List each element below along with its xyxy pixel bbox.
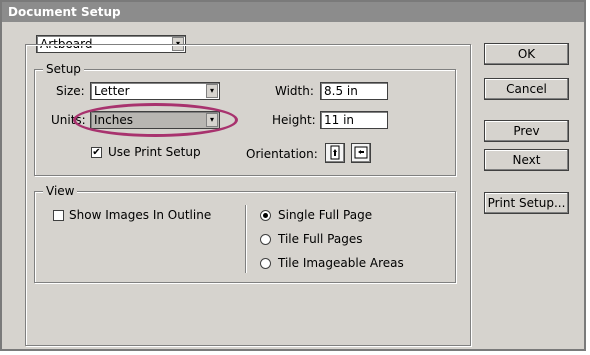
chevron-down-icon[interactable]: ▾ [206, 84, 218, 98]
setup-legend: Setup [43, 62, 84, 76]
single-full-page-radio[interactable] [260, 210, 271, 221]
show-images-checkbox[interactable] [53, 210, 64, 221]
show-images-label: Show Images In Outline [69, 208, 212, 222]
print-setup-button[interactable]: Print Setup... [484, 192, 569, 214]
portrait-orientation-button[interactable] [325, 143, 345, 163]
height-label: Height: [272, 113, 316, 127]
landscape-orientation-button[interactable] [351, 143, 371, 163]
size-select-value: Letter [94, 84, 130, 98]
prev-button[interactable]: Prev [484, 120, 569, 142]
tile-imageable-areas-label: Tile Imageable Areas [278, 256, 404, 270]
next-button[interactable]: Next [484, 149, 569, 171]
portrait-icon [330, 145, 340, 160]
units-select-value: Inches [94, 113, 133, 127]
view-divider [245, 205, 247, 273]
chevron-down-icon[interactable]: ▾ [206, 113, 218, 127]
units-label: Units: [51, 113, 86, 127]
single-full-page-label: Single Full Page [278, 208, 373, 222]
width-value: 8.5 in [324, 84, 358, 98]
view-legend: View [43, 184, 78, 198]
window-title: Document Setup [2, 2, 584, 22]
units-select[interactable]: Inches ▾ [90, 111, 220, 129]
size-select[interactable]: Letter ▾ [90, 82, 220, 100]
ok-button[interactable]: OK [484, 43, 569, 65]
height-field[interactable]: 11 in [320, 111, 388, 129]
orientation-label: Orientation: [246, 147, 318, 161]
tile-full-pages-radio[interactable] [260, 234, 271, 245]
use-print-setup-checkbox[interactable]: ✔ [91, 147, 102, 158]
landscape-icon [354, 146, 368, 159]
cancel-button[interactable]: Cancel [484, 78, 569, 100]
tile-imageable-areas-radio[interactable] [260, 258, 271, 269]
width-label: Width: [275, 84, 314, 98]
height-value: 11 in [324, 113, 355, 127]
width-field[interactable]: 8.5 in [320, 82, 388, 100]
tile-full-pages-label: Tile Full Pages [278, 232, 363, 246]
size-label: Size: [56, 84, 85, 98]
use-print-setup-label: Use Print Setup [108, 145, 201, 159]
document-setup-dialog: Document Setup Artboard ▾ Setup Size: Le… [0, 0, 586, 351]
